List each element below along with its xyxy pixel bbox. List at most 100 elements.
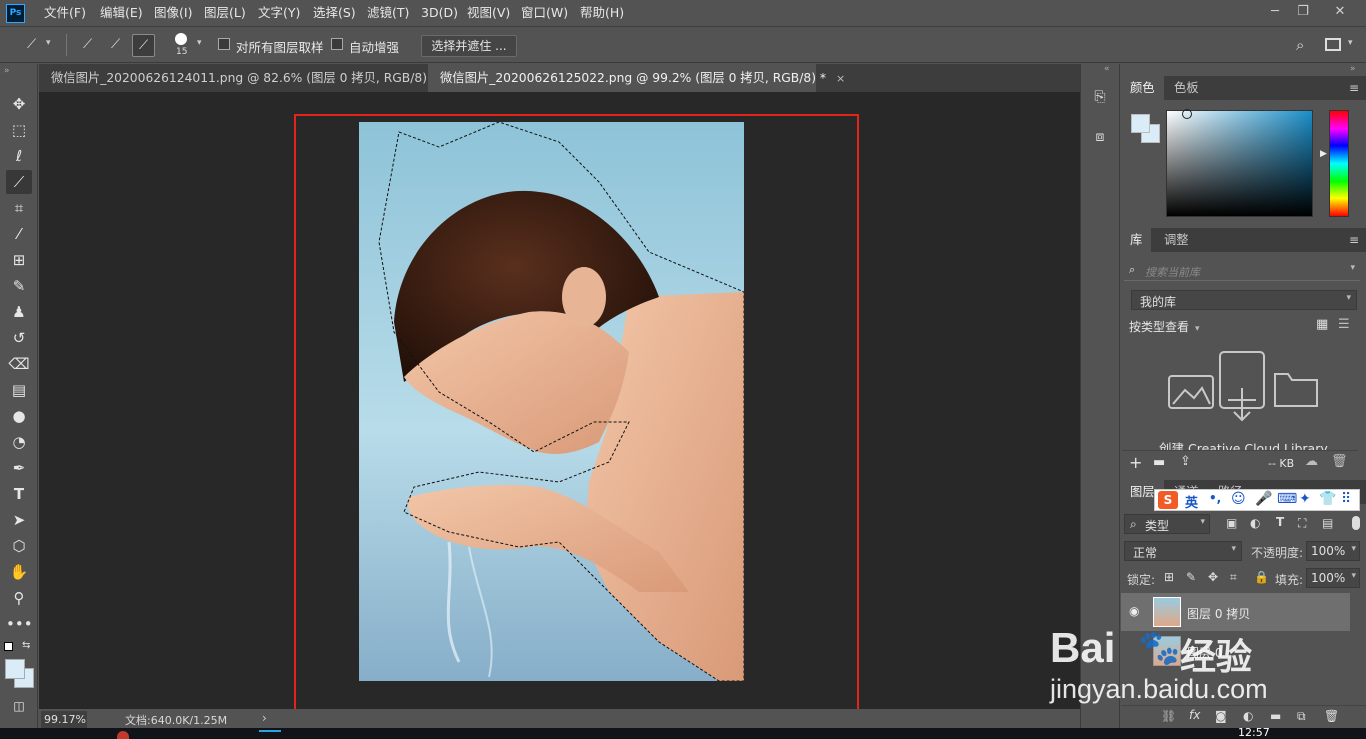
color-picker-field[interactable] (1166, 110, 1313, 217)
library-search-input[interactable]: ⌕ 搜索当前库 ▾ (1124, 261, 1360, 281)
upload-icon[interactable]: ⇪ (1180, 454, 1191, 469)
create-library-text[interactable]: 创建 Creative Cloud Library (1159, 438, 1328, 450)
quick-mask-icon[interactable]: ◫ (6, 694, 32, 718)
menu-view[interactable]: 视图(V) (467, 0, 510, 26)
move-tool-icon[interactable]: ✥ (6, 92, 32, 116)
lock-all-icon[interactable]: 🔒 (1254, 570, 1269, 584)
opacity-field[interactable]: 100% ▾ (1306, 541, 1360, 561)
history-panel-icon[interactable]: ⎘ (1089, 86, 1111, 108)
eraser-tool-icon[interactable]: ⌫ (6, 352, 32, 376)
cloud-sync-icon[interactable]: ☁ (1305, 454, 1318, 469)
taskbar-app-icon[interactable] (259, 730, 281, 739)
marquee-tool-icon[interactable]: ⬚ (6, 118, 32, 142)
collapse-toolbar-icon[interactable]: » (4, 66, 10, 76)
lock-artboard-icon[interactable]: ⌗ (1230, 570, 1237, 585)
path-selection-tool-icon[interactable]: ➤ (6, 508, 32, 532)
shape-tool-icon[interactable]: ⬡ (6, 534, 32, 558)
menu-image[interactable]: 图像(I) (154, 0, 192, 26)
stamp-tool-icon[interactable]: ♟ (6, 300, 32, 324)
type-filter-icon[interactable]: T (1276, 515, 1284, 529)
brush-dropdown-icon[interactable]: ▾ (197, 38, 202, 48)
lock-image-icon[interactable]: ✎ (1186, 570, 1196, 584)
close-window-button[interactable]: ✕ (1329, 2, 1351, 22)
folder-icon[interactable]: ▬ (1153, 455, 1165, 470)
status-menu-arrow[interactable]: › (262, 711, 267, 725)
emoji-icon[interactable]: ☺ (1231, 491, 1246, 507)
lock-position-icon[interactable]: ✥ (1208, 570, 1218, 584)
close-icon[interactable]: × (826, 72, 845, 85)
3d-panel-icon[interactable]: ⧈ (1089, 126, 1111, 148)
sample-all-layers-checkbox[interactable] (218, 38, 230, 50)
punctuation-icon[interactable]: •, (1209, 491, 1221, 505)
add-mask-icon[interactable]: ◙ (1215, 709, 1227, 723)
collapse-dock-icon[interactable]: « (1104, 64, 1110, 74)
more-icon[interactable]: ⠿ (1341, 491, 1351, 507)
new-selection-icon[interactable]: ⟋ (76, 34, 99, 57)
hand-tool-icon[interactable]: ✋ (6, 560, 32, 584)
menu-help[interactable]: 帮助(H) (580, 0, 624, 26)
healing-brush-tool-icon[interactable]: ⊞ (6, 248, 32, 272)
quick-selection-tool-icon[interactable]: ⟋ (6, 170, 32, 194)
default-colors-icon[interactable] (4, 642, 13, 651)
smart-object-filter-icon[interactable]: ▤ (1322, 516, 1333, 530)
pen-tool-icon[interactable]: ✒ (6, 456, 32, 480)
type-tool-icon[interactable]: T (6, 482, 32, 506)
minimize-button[interactable]: ─ (1264, 2, 1286, 22)
tab-libraries[interactable]: 库 (1121, 228, 1152, 252)
tab-document-1[interactable]: 微信图片_20200626124011.png @ 82.6% (图层 0 拷贝… (39, 64, 456, 92)
tab-adjustments[interactable]: 调整 (1155, 228, 1198, 252)
library-select[interactable]: 我的库 ▾ (1131, 290, 1357, 310)
swap-colors-icon[interactable]: ⇆ (22, 640, 30, 651)
adjustment-layer-icon[interactable]: ◐ (1243, 709, 1253, 723)
foreground-color-swatch[interactable] (1131, 114, 1150, 133)
search-icon[interactable]: ⌕ (1296, 36, 1304, 54)
menu-edit[interactable]: 编辑(E) (100, 0, 143, 26)
pixel-filter-icon[interactable]: ▣ (1226, 516, 1237, 530)
grid-view-icon[interactable]: ▦ (1316, 318, 1330, 332)
eye-icon[interactable]: ◉ (1129, 604, 1139, 618)
lasso-tool-icon[interactable]: ℓ (6, 144, 32, 168)
layer-filter-select[interactable]: ⌕ 类型 ▾ (1124, 514, 1210, 534)
view-by-type-dropdown[interactable]: 按类型查看 ▾ (1129, 318, 1200, 335)
filter-toggle[interactable] (1352, 516, 1360, 530)
hue-slider-handle[interactable]: ▶ (1320, 149, 1327, 159)
quick-selection-preset-icon[interactable]: ⟋ (20, 34, 43, 57)
fill-field[interactable]: 100% ▾ (1306, 568, 1360, 588)
brush-tip-icon[interactable] (175, 33, 187, 45)
tab-color[interactable]: 颜色 (1121, 76, 1164, 100)
skin-icon[interactable]: 👕 (1319, 491, 1336, 507)
adjustment-filter-icon[interactable]: ◐ (1250, 516, 1260, 530)
eyedropper-tool-icon[interactable]: ⁄ (6, 222, 32, 246)
blend-mode-select[interactable]: 正常 ▾ (1124, 541, 1242, 561)
layer-style-icon[interactable]: fx (1189, 708, 1200, 722)
tab-swatches[interactable]: 色板 (1165, 76, 1208, 100)
panel-menu-icon[interactable]: ≡ (1349, 233, 1359, 247)
ime-language-toggle[interactable]: 英 (1185, 492, 1198, 511)
more-tools-icon[interactable]: ••• (6, 612, 33, 636)
gradient-tool-icon[interactable]: ▤ (6, 378, 32, 402)
blur-tool-icon[interactable]: ● (6, 404, 32, 428)
tab-document-2[interactable]: 微信图片_20200626125022.png @ 99.2% (图层 0 拷贝… (428, 64, 845, 92)
workspace-dropdown-icon[interactable]: ▾ (1348, 38, 1353, 48)
history-brush-tool-icon[interactable]: ↺ (6, 326, 32, 350)
add-icon[interactable]: + (1129, 453, 1142, 472)
auto-enhance-checkbox[interactable] (331, 38, 343, 50)
zoom-level-field[interactable]: 99.17% (41, 711, 87, 728)
menu-window[interactable]: 窗口(W) (521, 0, 568, 26)
dodge-tool-icon[interactable]: ◔ (6, 430, 32, 454)
panel-menu-icon[interactable]: ≡ (1349, 81, 1359, 95)
chevron-down-icon[interactable]: ▾ (46, 38, 51, 48)
new-layer-icon[interactable]: ⧉ (1297, 709, 1306, 724)
hue-slider[interactable] (1329, 110, 1349, 217)
menu-filter[interactable]: 滤镜(T) (367, 0, 409, 26)
microphone-icon[interactable]: 🎤 (1255, 491, 1272, 507)
lock-transparent-icon[interactable]: ⊞ (1164, 570, 1174, 584)
foreground-color-swatch[interactable] (5, 659, 25, 679)
menu-layer[interactable]: 图层(L) (204, 0, 246, 26)
list-view-icon[interactable]: ☰ (1338, 318, 1352, 332)
trash-icon[interactable]: 🗑 (1331, 454, 1348, 469)
shape-filter-icon[interactable]: ⛶ (1298, 516, 1306, 531)
crop-tool-icon[interactable]: ⌗ (6, 196, 32, 220)
add-to-selection-icon[interactable]: ⟋ (104, 34, 127, 57)
keyboard-icon[interactable]: ⌨ (1277, 491, 1297, 507)
